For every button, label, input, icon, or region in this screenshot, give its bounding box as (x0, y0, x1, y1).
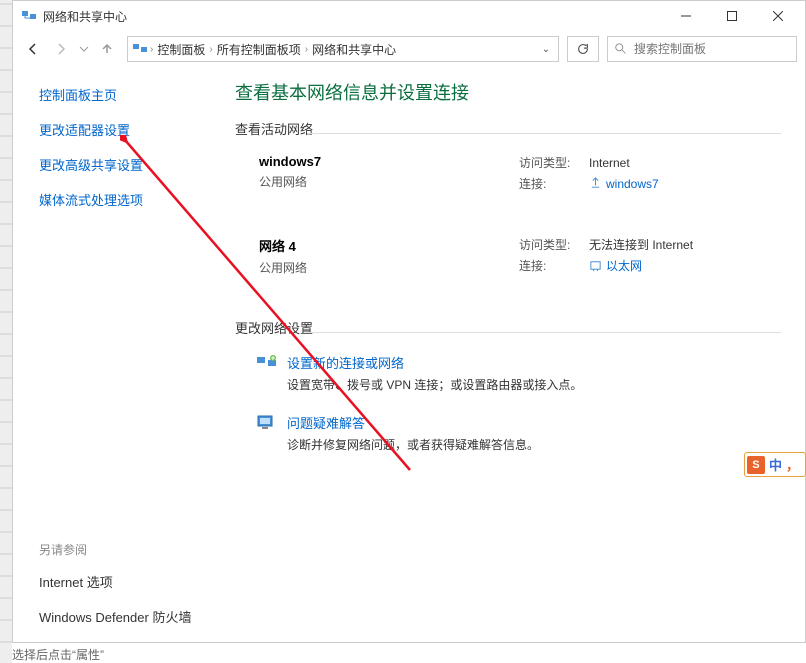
sidebar-firewall-link[interactable]: Windows Defender 防火墙 (39, 607, 223, 626)
maximize-button[interactable] (709, 1, 755, 31)
setup-new-connection-item: 设置新的连接或网络 设置宽带、拨号或 VPN 连接；或设置路由器或接入点。 (255, 353, 781, 393)
breadcrumb-expand[interactable]: ⌄ (538, 44, 554, 55)
connection-label: 连接: (519, 175, 589, 192)
history-dropdown[interactable] (77, 37, 91, 61)
page-title: 查看基本网络信息并设置连接 (235, 79, 781, 105)
ime-logo-icon: S (747, 456, 765, 474)
app-icon (21, 8, 37, 24)
connection-link[interactable]: 以太网 (589, 257, 642, 274)
sidebar-sharing-settings-link[interactable]: 更改高级共享设置 (39, 155, 223, 174)
connection-value: windows7 (606, 177, 659, 191)
see-also-heading: 另请参阅 (39, 541, 223, 558)
troubleshoot-desc: 诊断并修复网络问题，或者获得疑难解答信息。 (287, 436, 539, 453)
back-button[interactable] (21, 37, 45, 61)
troubleshoot-link[interactable]: 问题疑难解答 (287, 413, 539, 432)
caption-text: 选择后点击“属性” (12, 646, 104, 663)
wifi-icon (589, 177, 602, 190)
setup-new-connection-desc: 设置宽带、拨号或 VPN 连接；或设置路由器或接入点。 (287, 376, 582, 393)
search-box[interactable] (607, 36, 797, 62)
search-icon (614, 42, 628, 56)
forward-button[interactable] (49, 37, 73, 61)
window: 网络和共享中心 › 控制面板 › 所有控制面板项 › 网络和共享中心 ⌄ (12, 0, 806, 643)
sidebar-internet-options-link[interactable]: Internet 选项 (39, 572, 223, 591)
breadcrumb[interactable]: › 控制面板 › 所有控制面板项 › 网络和共享中心 ⌄ (127, 36, 559, 62)
troubleshoot-item: 问题疑难解答 诊断并修复网络问题，或者获得疑难解答信息。 (255, 413, 781, 453)
ime-mode-label: 中 (769, 455, 782, 474)
access-type-label: 访问类型: (519, 154, 589, 171)
titlebar: 网络和共享中心 (13, 1, 805, 31)
chevron-right-icon: › (207, 44, 214, 55)
ime-punct-label: ， (786, 455, 799, 474)
network-entry: 网络 4 公用网络 访问类型: 无法连接到 Internet 连接: 以太网 (259, 236, 781, 278)
window-title: 网络和共享中心 (43, 8, 663, 25)
breadcrumb-icon (132, 41, 148, 57)
minimize-button[interactable] (663, 1, 709, 31)
sidebar: 控制面板主页 更改适配器设置 更改高级共享设置 媒体流式处理选项 另请参阅 In… (13, 67, 223, 642)
sidebar-home-link[interactable]: 控制面板主页 (39, 85, 223, 104)
chevron-right-icon: › (148, 44, 155, 55)
active-networks-heading: 查看活动网络 (235, 119, 781, 142)
connection-label: 连接: (519, 257, 589, 274)
setup-connection-icon (255, 353, 279, 373)
breadcrumb-part[interactable]: 网络和共享中心 (310, 41, 398, 58)
up-button[interactable] (95, 37, 119, 61)
refresh-button[interactable] (567, 36, 599, 62)
connection-value: 以太网 (606, 257, 642, 274)
main-content: 查看基本网络信息并设置连接 查看活动网络 windows7 公用网络 访问类型:… (223, 67, 805, 642)
close-button[interactable] (755, 1, 801, 31)
sidebar-adapter-settings-link[interactable]: 更改适配器设置 (39, 120, 223, 139)
chevron-right-icon: › (303, 44, 310, 55)
setup-new-connection-link[interactable]: 设置新的连接或网络 (287, 353, 582, 372)
connection-link[interactable]: windows7 (589, 177, 659, 191)
network-name: 网络 4 (259, 236, 519, 255)
network-type: 公用网络 (259, 173, 519, 190)
ethernet-icon (589, 259, 602, 272)
access-type-value: 无法连接到 Internet (589, 236, 693, 253)
ime-indicator[interactable]: S 中 ， (744, 452, 806, 477)
sidebar-streaming-link[interactable]: 媒体流式处理选项 (39, 190, 223, 209)
left-app-edge (0, 0, 12, 663)
access-type-label: 访问类型: (519, 236, 589, 253)
nav-toolbar: › 控制面板 › 所有控制面板项 › 网络和共享中心 ⌄ (13, 31, 805, 67)
change-settings-heading: 更改网络设置 (235, 318, 781, 341)
breadcrumb-part[interactable]: 控制面板 (155, 41, 207, 58)
access-type-value: Internet (589, 156, 630, 170)
network-type: 公用网络 (259, 259, 519, 276)
network-entry: windows7 公用网络 访问类型: Internet 连接: windows… (259, 154, 781, 196)
breadcrumb-part[interactable]: 所有控制面板项 (215, 41, 303, 58)
search-input[interactable] (634, 42, 790, 56)
network-name: windows7 (259, 154, 519, 169)
troubleshoot-icon (255, 413, 279, 433)
